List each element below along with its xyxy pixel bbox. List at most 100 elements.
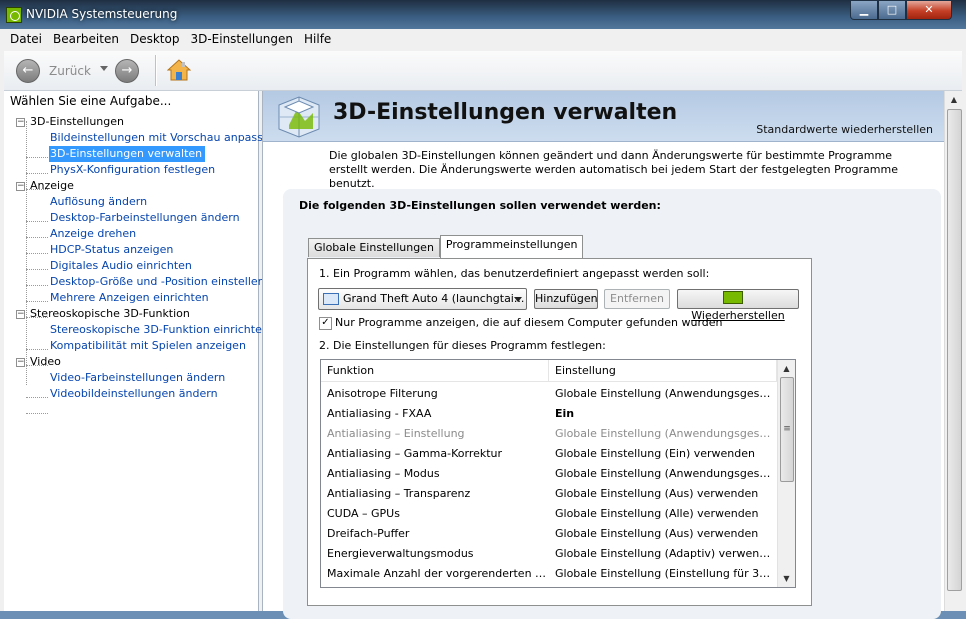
sidebar-item-mehrere-anzeigen[interactable]: Mehrere Anzeigen einrichten: [50, 290, 209, 306]
table-row[interactable]: Antialiasing – Gamma-Korrektur Globale E…: [321, 444, 777, 464]
setting-cell[interactable]: Globale Einstellung (Aus) verwenden: [555, 484, 773, 504]
table-row[interactable]: CUDA – GPUs Globale Einstellung (Alle) v…: [321, 504, 777, 524]
sidebar-item-desktop-farbe[interactable]: Desktop-Farbeinstellungen ändern: [50, 210, 240, 226]
menu-bearbeiten[interactable]: Bearbeiten: [47, 29, 124, 51]
scroll-thumb[interactable]: [947, 109, 962, 591]
scroll-up-icon[interactable]: ▲: [945, 91, 963, 108]
sidebar-item-aufloesung[interactable]: Auflösung ändern: [50, 194, 147, 210]
forward-arrow-icon: →: [121, 63, 133, 78]
back-label[interactable]: Zurück: [49, 64, 91, 78]
close-button[interactable]: ✕: [906, 1, 952, 20]
setting-cell[interactable]: Globale Einstellung (Anwendungsgesteuert…: [555, 384, 773, 404]
home-icon[interactable]: [167, 58, 191, 82]
minimize-button[interactable]: ▁: [850, 1, 878, 20]
sidebar-item-stereo-einrichten[interactable]: Stereoskopische 3D-Funktion einrichten: [50, 322, 269, 338]
forward-button[interactable]: →: [115, 59, 139, 83]
maximize-button[interactable]: □: [878, 1, 906, 20]
sidebar-item-3d-einstellungen-verwalten[interactable]: 3D-Einstellungen verwalten: [49, 146, 206, 162]
sidebar-item-video-farbe[interactable]: Video-Farbeinstellungen ändern: [50, 370, 225, 386]
setting-cell[interactable]: Globale Einstellung (Anwendungsgesteuert…: [555, 424, 773, 444]
sidebar-item-hdcp[interactable]: HDCP-Status anzeigen: [50, 242, 173, 258]
category-label: 3D-Einstellungen: [30, 115, 125, 128]
sidebar-item-digitales-audio[interactable]: Digitales Audio einrichten: [50, 258, 192, 274]
feature-cell: Antialiasing - FXAA: [327, 407, 432, 420]
tree-guide-line: [26, 253, 48, 254]
scroll-up-icon[interactable]: ▲: [778, 360, 795, 377]
back-arrow-icon: ←: [22, 63, 34, 78]
settings-tabs: Globale Einstellungen Programmeinstellun…: [308, 235, 584, 258]
menu-datei[interactable]: Datei: [4, 29, 47, 51]
restore-program-button[interactable]: Wiederherstellen: [677, 289, 799, 322]
sidebar-item-videobild[interactable]: Videobildeinstellungen ändern: [50, 386, 218, 402]
column-header-einstellung[interactable]: Einstellung: [549, 360, 777, 382]
only-found-programs-checkbox[interactable]: ✓: [319, 317, 332, 330]
sidebar-item-anzeige-drehen[interactable]: Anzeige drehen: [50, 226, 136, 242]
setting-cell[interactable]: Globale Einstellung (Anwendungsgesteuert…: [555, 464, 773, 484]
program-window-icon: [323, 293, 339, 305]
tree-guide-line: [26, 237, 48, 238]
tree-category-anzeige[interactable]: − Anzeige: [16, 178, 74, 194]
menu-desktop[interactable]: Desktop: [124, 29, 185, 51]
back-button[interactable]: ←: [16, 59, 40, 83]
menu-3d-einstellungen[interactable]: 3D-Einstellungen: [184, 29, 298, 51]
task-sidebar: Wählen Sie eine Aufgabe... −3D-Einstellu…: [4, 91, 277, 611]
only-found-programs-label[interactable]: Nur Programme anzeigen, die auf diesem C…: [335, 316, 723, 329]
tab-globale-einstellungen[interactable]: Globale Einstellungen: [308, 238, 440, 257]
chevron-down-icon: [514, 297, 522, 302]
setting-cell[interactable]: Globale Einstellung (Adaptiv) verwenden: [555, 544, 773, 564]
content-scrollbar[interactable]: ▲: [944, 91, 963, 611]
table-row[interactable]: Dreifach-Puffer Globale Einstellung (Aus…: [321, 524, 777, 544]
tree-category-video[interactable]: − Video: [16, 354, 61, 370]
scroll-down-icon[interactable]: ▼: [778, 570, 795, 587]
table-row[interactable]: Antialiasing - FXAA Ein: [321, 404, 777, 424]
toolbar-separator: [155, 55, 157, 86]
collapse-icon[interactable]: −: [16, 310, 25, 319]
add-program-button[interactable]: Hinzufügen: [534, 289, 598, 309]
history-dropdown-icon[interactable]: [100, 66, 108, 71]
setting-cell[interactable]: Globale Einstellung (Einstellung für 3D-…: [555, 564, 773, 584]
menu-bar: Datei Bearbeiten Desktop 3D-Einstellunge…: [4, 29, 962, 52]
restore-defaults-link[interactable]: Standardwerte wiederherstellen: [756, 123, 933, 136]
group-title: Die folgenden 3D-Einstellungen sollen ve…: [299, 199, 661, 212]
setting-cell[interactable]: Globale Einstellung (Alle) verwenden: [555, 504, 773, 524]
sidebar-item-desktop-groesse[interactable]: Desktop-Größe und -Position einstellen: [50, 274, 265, 290]
table-row[interactable]: Anisotrope Filterung Globale Einstellung…: [321, 384, 777, 404]
setting-cell[interactable]: Globale Einstellung (Aus) verwenden: [555, 524, 773, 544]
tab-programmeinstellungen[interactable]: Programmeinstellungen: [439, 235, 584, 258]
table-scrollbar[interactable]: ▲ ≡ ▼: [777, 360, 795, 587]
collapse-icon[interactable]: −: [16, 182, 25, 191]
setting-cell[interactable]: Ein: [555, 404, 773, 424]
sidebar-item-physx[interactable]: PhysX-Konfiguration festlegen: [50, 162, 215, 178]
tree-category-stereoskopisch[interactable]: − Stereoskopische 3D-Funktion: [16, 306, 190, 322]
feature-cell: CUDA – GPUs: [327, 507, 400, 520]
sidebar-item-bildeinstellungen[interactable]: Bildeinstellungen mit Vorschau anpassen: [50, 130, 277, 146]
table-row[interactable]: Antialiasing – Transparenz Globale Einst…: [321, 484, 777, 504]
window-controls: ▁ □ ✕: [850, 1, 952, 20]
collapse-icon[interactable]: −: [16, 358, 25, 367]
tree-category-3d-einstellungen[interactable]: −3D-Einstellungen: [16, 114, 124, 130]
3d-settings-icon: [278, 96, 320, 138]
scroll-thumb[interactable]: ≡: [780, 377, 794, 482]
program-select[interactable]: Grand Theft Auto 4 (launchgtai...: [318, 288, 527, 310]
table-row[interactable]: Antialiasing – Einstellung Globale Einst…: [321, 424, 777, 444]
table-row[interactable]: Antialiasing – Modus Globale Einstellung…: [321, 464, 777, 484]
feature-cell: Anisotrope Filterung: [327, 387, 438, 400]
tree-guide-line: [26, 173, 48, 174]
nvidia-logo-icon: [723, 291, 743, 304]
feature-cell: Antialiasing – Transparenz: [327, 487, 471, 500]
tree-guide-line: [26, 301, 48, 302]
category-label: Video: [30, 355, 61, 368]
collapse-icon[interactable]: −: [16, 118, 25, 127]
remove-program-button[interactable]: Entfernen: [604, 289, 670, 309]
feature-cell: Antialiasing – Modus: [327, 467, 440, 480]
table-row[interactable]: Maximale Anzahl der vorgerenderten Einze…: [321, 564, 777, 584]
sidebar-item-kompatibilitaet[interactable]: Kompatibilität mit Spielen anzeigen: [50, 338, 246, 354]
table-row[interactable]: Energieverwaltungsmodus Globale Einstell…: [321, 544, 777, 564]
setting-cell[interactable]: Globale Einstellung (Ein) verwenden: [555, 444, 773, 464]
page-banner: 3D-Einstellungen verwalten Standardwerte…: [263, 91, 945, 142]
menu-hilfe[interactable]: Hilfe: [298, 29, 336, 51]
feature-cell: Dreifach-Puffer: [327, 527, 410, 540]
title-bar[interactable]: NVIDIA Systemsteuerung ▁ □ ✕: [0, 0, 966, 29]
intro-text: Die globalen 3D-Einstellungen können geä…: [329, 149, 898, 190]
column-header-funktion[interactable]: Funktion: [321, 360, 549, 382]
